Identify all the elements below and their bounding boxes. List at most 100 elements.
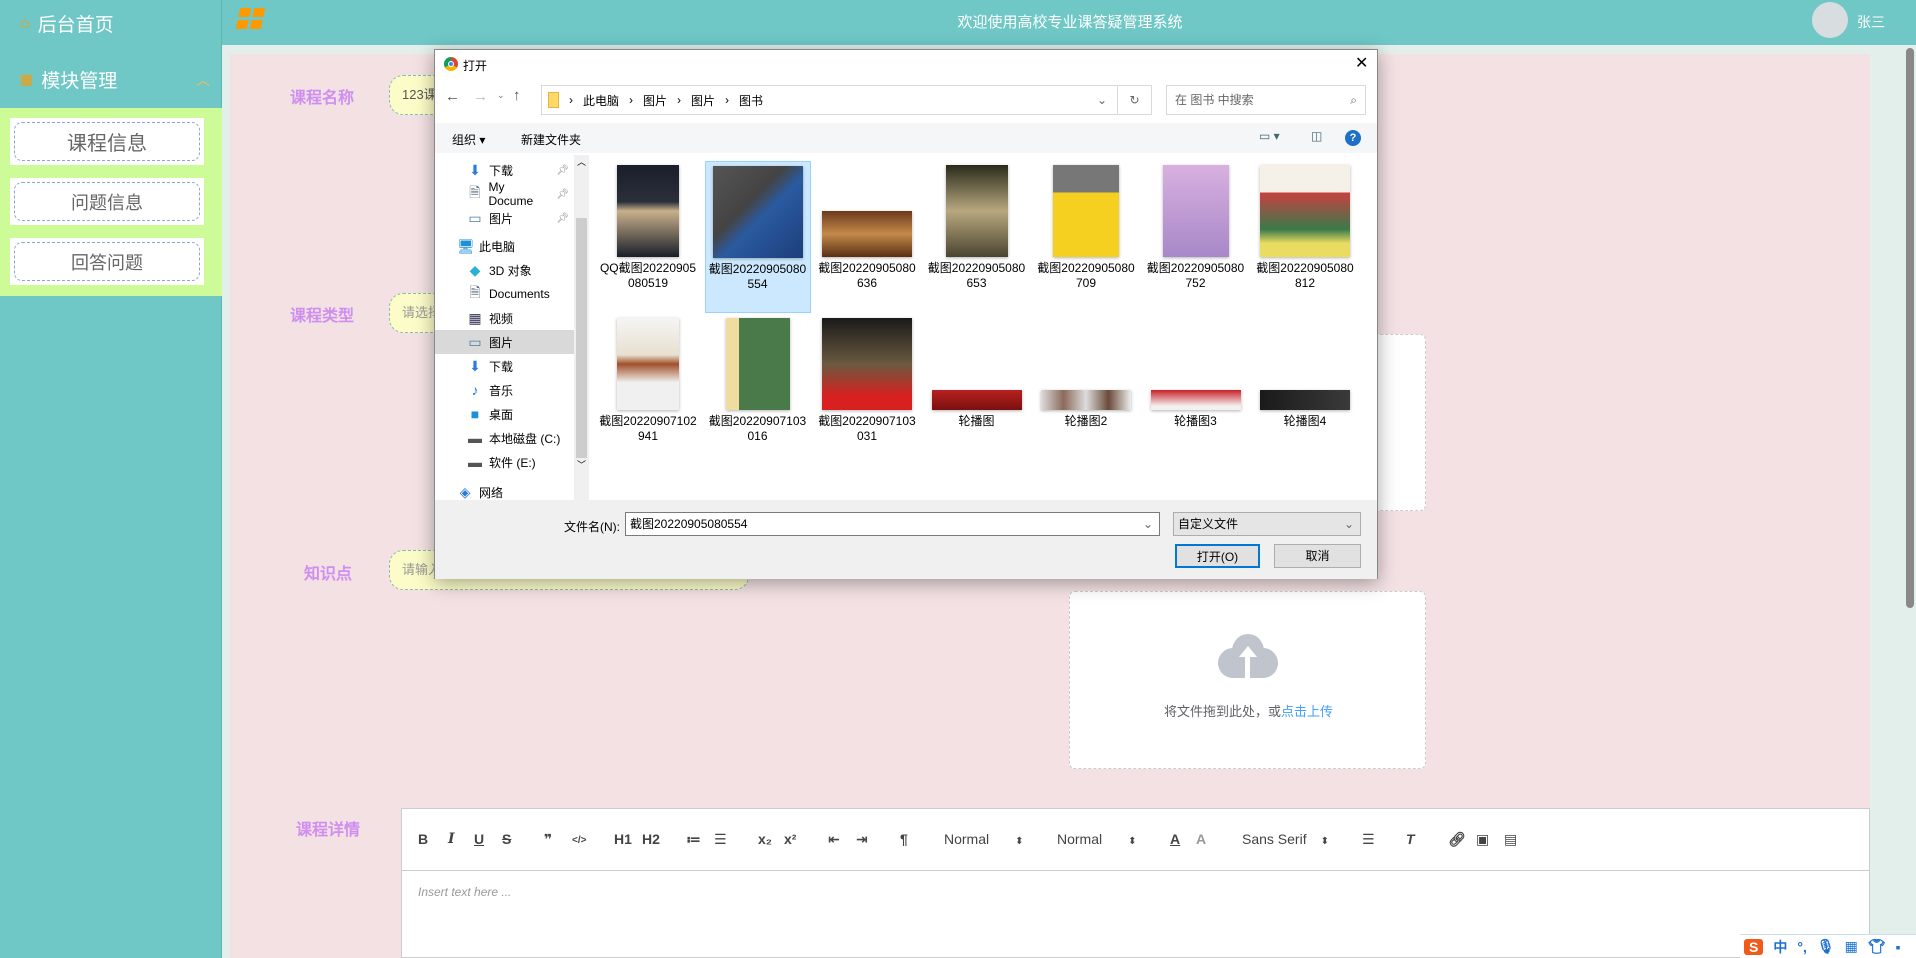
file-item[interactable]: 轮播图 bbox=[924, 314, 1030, 464]
nav-item[interactable]: ▭ 图片 bbox=[435, 330, 575, 354]
underline-button[interactable]: U bbox=[474, 831, 484, 847]
bold-button[interactable]: B bbox=[418, 831, 428, 847]
file-item[interactable]: 截图20220905080653 bbox=[924, 161, 1030, 313]
avatar[interactable] bbox=[1812, 2, 1848, 38]
link-icon[interactable]: 🔗︎ bbox=[1448, 831, 1466, 848]
align-icon[interactable]: ☰ bbox=[1362, 831, 1375, 848]
pin-icon: 📌︎ bbox=[556, 212, 569, 224]
nav-item[interactable]: 🖥︎ 此电脑 bbox=[435, 234, 575, 258]
file-thumbnail bbox=[725, 318, 790, 410]
nav-item[interactable]: ⬇ 下载 bbox=[435, 354, 575, 378]
file-item[interactable]: 截图20220905080752 bbox=[1143, 161, 1249, 313]
up-icon[interactable]: ↑ bbox=[513, 87, 521, 104]
ime-punct[interactable]: °, bbox=[1797, 939, 1807, 955]
nav-item[interactable]: ◆ 3D 对象 bbox=[435, 258, 575, 282]
sidebar-item-course-info[interactable]: 课程信息 bbox=[10, 118, 204, 165]
preview-pane-icon[interactable]: ◫ bbox=[1311, 129, 1322, 143]
sidebar-item-answer[interactable]: 回答问题 bbox=[10, 238, 204, 285]
file-name: 轮播图 bbox=[958, 414, 995, 428]
cancel-button[interactable]: 取消 bbox=[1274, 544, 1361, 568]
breadcrumb-item[interactable]: 图书 bbox=[739, 92, 763, 109]
username[interactable]: 张三 bbox=[1857, 12, 1885, 32]
refresh-icon[interactable]: ↻ bbox=[1117, 86, 1151, 114]
font-select[interactable]: Sans Serif ⬍ bbox=[1242, 831, 1329, 847]
file-item[interactable]: 截图20220907103016 bbox=[705, 314, 811, 464]
sidebar-module[interactable]: ▦ 模块管理 ︿ bbox=[20, 66, 210, 93]
nav-item[interactable]: ▬ 本地磁盘 (C:) bbox=[435, 426, 575, 450]
upload-link[interactable]: 点击上传 bbox=[1281, 704, 1333, 719]
chevron-down-icon[interactable]: ⌄ bbox=[1143, 513, 1153, 535]
nav-item[interactable]: 🗎 My Docume 📌︎ bbox=[435, 180, 575, 208]
nav-scrollbar[interactable]: ︿ ﹀ bbox=[574, 155, 589, 500]
code-button[interactable]: </> bbox=[572, 835, 586, 846]
chevron-down-icon[interactable]: ⌄ bbox=[1097, 93, 1107, 107]
file-item[interactable]: 截图20220905080709 bbox=[1033, 161, 1139, 313]
file-item[interactable]: 轮播图2 bbox=[1033, 314, 1139, 464]
sidebar-home[interactable]: ⌂ 后台首页 bbox=[20, 10, 114, 37]
editor-placeholder[interactable]: Insert text here ... bbox=[418, 885, 511, 899]
ime-lang[interactable]: 中 bbox=[1773, 937, 1787, 957]
h1-button[interactable]: H1 bbox=[614, 831, 632, 847]
strike-button[interactable]: S bbox=[502, 831, 511, 847]
apps-icon[interactable]: ▪ bbox=[1896, 939, 1901, 955]
outdent-button[interactable]: ⇤ bbox=[828, 831, 840, 848]
size-select[interactable]: Normal ⬍ bbox=[944, 831, 1024, 847]
nav-item[interactable]: ▬ 软件 (E:) bbox=[435, 450, 575, 474]
video-icon[interactable]: ▤ bbox=[1504, 831, 1517, 848]
subscript-button[interactable]: x₂ bbox=[758, 831, 772, 847]
breadcrumb-item[interactable]: 图片 bbox=[643, 92, 667, 109]
file-item[interactable]: 截图20220907102941 bbox=[595, 314, 701, 464]
size-select-value: Normal bbox=[944, 831, 990, 847]
clear-format-icon[interactable]: T bbox=[1406, 831, 1415, 847]
italic-button[interactable]: I bbox=[448, 831, 455, 847]
page-scrollbar[interactable] bbox=[1906, 48, 1914, 608]
address-bar[interactable]: › 此电脑 › 图片 › 图片 › 图书 ⌄ ↻ bbox=[541, 85, 1152, 115]
nav-item[interactable]: ♪ 音乐 bbox=[435, 378, 575, 402]
breadcrumb-item[interactable]: 图片 bbox=[691, 92, 715, 109]
nav-item[interactable]: ▦ 视频 bbox=[435, 306, 575, 330]
forward-icon[interactable]: → bbox=[473, 88, 488, 105]
sogou-logo-icon[interactable]: S bbox=[1744, 938, 1764, 955]
nav-item[interactable]: ⬇ 下载 📌︎ bbox=[435, 158, 575, 182]
direction-button[interactable]: ¶ bbox=[900, 831, 908, 847]
close-icon[interactable]: ✕ bbox=[1355, 53, 1368, 73]
filename-input[interactable]: 截图20220905080554 ⌄ bbox=[625, 512, 1160, 536]
file-item[interactable]: 截图20220905080554 bbox=[704, 161, 811, 313]
filetype-select[interactable]: 自定义文件 ⌄ bbox=[1173, 512, 1361, 536]
search-input[interactable]: 在 图书 中搜索 ⌕ bbox=[1166, 85, 1366, 115]
file-item[interactable]: 截图20220905080636 bbox=[814, 161, 920, 313]
nav-item[interactable]: 🗎 Documents bbox=[435, 282, 575, 306]
open-button[interactable]: 打开(O) bbox=[1175, 544, 1260, 568]
skin-icon[interactable]: 👕︎ bbox=[1868, 938, 1886, 955]
breadcrumb-item[interactable]: 此电脑 bbox=[583, 92, 619, 109]
file-item[interactable]: 截图20220907103031 bbox=[814, 314, 920, 464]
help-icon[interactable]: ? bbox=[1345, 130, 1361, 146]
file-item[interactable]: QQ截图20220905080519 bbox=[595, 161, 701, 313]
menu-toggle-icon[interactable] bbox=[235, 8, 266, 30]
recent-dropdown-icon[interactable]: ⌄ bbox=[497, 90, 505, 101]
new-folder-button[interactable]: 新建文件夹 bbox=[521, 131, 581, 148]
file-item[interactable]: 轮播图3 bbox=[1143, 314, 1249, 464]
upload-area-2[interactable]: 将文件拖到此处，或点击上传 bbox=[1069, 591, 1426, 769]
superscript-button[interactable]: x² bbox=[784, 831, 796, 847]
background-color-icon[interactable]: A bbox=[1196, 831, 1206, 847]
file-item[interactable]: 轮播图4 bbox=[1252, 314, 1358, 464]
bullet-list-button[interactable]: ☰ bbox=[714, 831, 727, 848]
ordered-list-button[interactable]: ≔ bbox=[686, 831, 701, 848]
text-color-icon[interactable]: A bbox=[1170, 831, 1180, 847]
mic-icon[interactable]: 🎙︎ bbox=[1817, 938, 1835, 955]
keyboard-icon[interactable]: ▦ bbox=[1845, 938, 1858, 955]
h2-button[interactable]: H2 bbox=[642, 831, 660, 847]
sidebar-item-question-info[interactable]: 问题信息 bbox=[10, 178, 204, 225]
network-icon: ◈ bbox=[459, 483, 471, 500]
back-icon[interactable]: ← bbox=[445, 88, 460, 105]
blockquote-button[interactable]: ❞ bbox=[544, 831, 552, 848]
nav-item[interactable]: ■ 桌面 bbox=[435, 402, 575, 426]
file-item[interactable]: 截图20220905080812 bbox=[1252, 161, 1358, 313]
organize-button[interactable]: 组织 ▾ bbox=[452, 131, 485, 148]
indent-button[interactable]: ⇥ bbox=[856, 831, 868, 848]
nav-item[interactable]: ▭ 图片 📌︎ bbox=[435, 206, 575, 230]
header-select[interactable]: Normal ⬍ bbox=[1057, 831, 1137, 847]
view-options-icon[interactable]: ▭ ▾ bbox=[1259, 129, 1280, 143]
image-icon[interactable]: ▣ bbox=[1476, 831, 1489, 848]
